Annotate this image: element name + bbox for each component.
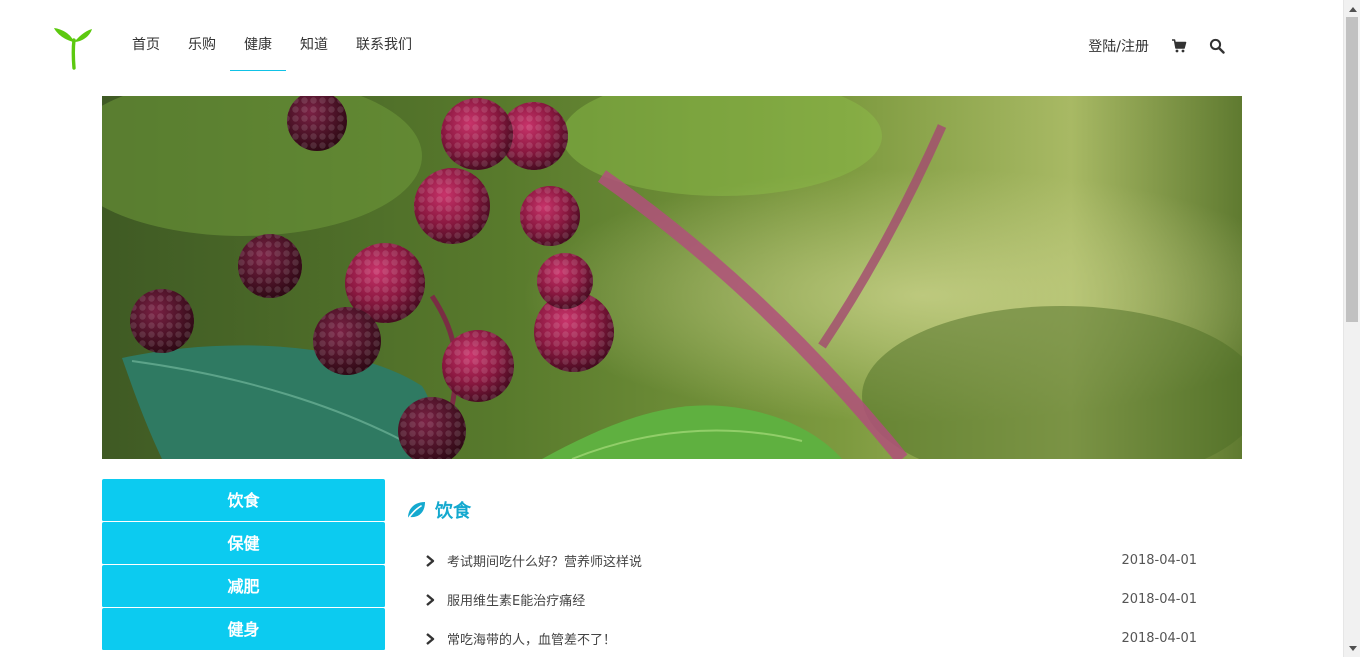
scrollbar-thumb[interactable] (1346, 17, 1358, 322)
section-header: 饮食 (405, 479, 1225, 541)
main-nav: 首页 乐购 健康 知道 联系我们 (118, 22, 426, 72)
nav-item-knowledge[interactable]: 知道 (286, 22, 342, 70)
article-row[interactable]: 考试期间吃什么好？营养师这样说 2018-04-01 (405, 541, 1225, 580)
scroll-down-arrow-icon[interactable] (1344, 640, 1360, 657)
sidebar-item-diet[interactable]: 饮食 (102, 479, 385, 522)
chevron-right-icon (426, 632, 435, 645)
article-title[interactable]: 考试期间吃什么好？营养师这样说 (447, 551, 1097, 570)
nav-item-contact[interactable]: 联系我们 (342, 22, 426, 70)
article-row[interactable]: 服用维生素E能治疗痛经 2018-04-01 (405, 580, 1225, 619)
sidebar-item-weight-loss[interactable]: 减肥 (102, 565, 385, 608)
sprout-logo-icon[interactable] (52, 26, 96, 70)
banner-image (102, 96, 1242, 459)
article-date: 2018-04-01 (1121, 553, 1197, 568)
page: 首页 乐购 健康 知道 联系我们 登陆/注册 饮食 保健 减肥 健身 饮食 考试… (0, 0, 1343, 657)
category-sidebar: 饮食 保健 减肥 健身 (102, 479, 385, 651)
chevron-right-icon (426, 593, 435, 606)
login-register-link[interactable]: 登陆/注册 (1088, 36, 1149, 56)
nav-item-home[interactable]: 首页 (118, 22, 174, 70)
vertical-scrollbar[interactable] (1343, 0, 1360, 657)
article-date: 2018-04-01 (1121, 631, 1197, 646)
article-date: 2018-04-01 (1121, 592, 1197, 607)
section-title: 饮食 (435, 501, 471, 522)
nav-item-shop[interactable]: 乐购 (174, 22, 230, 70)
cart-icon[interactable] (1171, 38, 1187, 54)
scroll-up-arrow-icon[interactable] (1344, 0, 1360, 17)
header-actions: 登陆/注册 (1088, 36, 1225, 56)
article-section: 饮食 考试期间吃什么好？营养师这样说 2018-04-01 服用维生素E能治疗痛… (405, 479, 1225, 657)
article-title[interactable]: 服用维生素E能治疗痛经 (447, 590, 1097, 609)
article-title[interactable]: 常吃海带的人，血管差不了！ (447, 629, 1097, 648)
chevron-right-icon (426, 554, 435, 567)
search-icon[interactable] (1209, 38, 1225, 54)
article-row[interactable]: 常吃海带的人，血管差不了！ 2018-04-01 (405, 619, 1225, 657)
nav-item-health[interactable]: 健康 (230, 22, 286, 71)
sidebar-item-fitness[interactable]: 健身 (102, 608, 385, 651)
sidebar-item-healthcare[interactable]: 保健 (102, 522, 385, 565)
leaf-icon (407, 502, 425, 520)
